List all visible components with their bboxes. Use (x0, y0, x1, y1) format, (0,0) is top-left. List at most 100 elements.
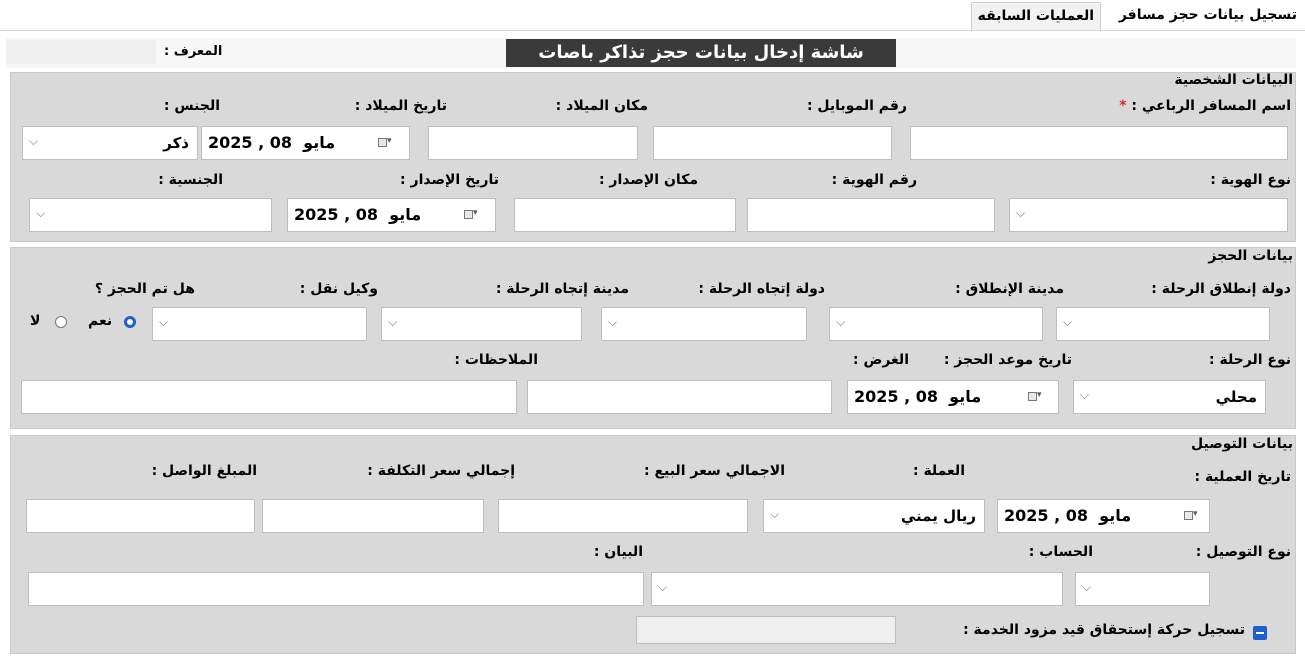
tab-bar: تسجيل بيانات حجز مسافر العمليات السابقه (0, 0, 1305, 31)
birth-date-picker[interactable]: 2025 , مايو 08 ▾ (201, 126, 410, 160)
service-entry-checkbox[interactable] (1253, 626, 1267, 640)
destination-city-label: مدينة إتجاه الرحلة : (495, 281, 629, 297)
op-year: 2025 (1004, 506, 1049, 525)
delivery-type-label: نوع التوصيل : (1195, 544, 1291, 560)
id-number-input[interactable] (747, 198, 995, 232)
total-cost-label: إجمالي سعر التكلفة : (367, 463, 515, 479)
issue-date-text: 2025 , مايو 08 (294, 205, 422, 224)
mobile-label: رقم الموبايل : (806, 98, 907, 114)
booked-yes-label: نعم (88, 313, 113, 329)
delivery-type-select[interactable]: ⌵ (1075, 572, 1210, 606)
destination-country-label: دولة إتجاه الرحلة : (698, 281, 825, 297)
booked-yes-radio[interactable] (124, 316, 136, 328)
booking-year: 2025 (854, 387, 899, 406)
currency-value: ريال يمني (900, 507, 976, 525)
id-number-label: رقم الهوية : (831, 172, 917, 188)
currency-select[interactable]: ⌵ ريال يمني (763, 499, 985, 533)
issue-day: 08 (355, 205, 379, 224)
birth-place-input[interactable] (428, 126, 638, 160)
chevron-down-icon: ⌵ (1082, 580, 1092, 594)
trip-type-label: نوع الرحلة : (1208, 352, 1291, 368)
booked-question-label: هل تم الحجز ؟ (94, 281, 195, 297)
booking-date-text: 2025 , مايو 08 (854, 387, 982, 406)
required-mark: * (1119, 98, 1127, 114)
tab-register-booking[interactable]: تسجيل بيانات حجز مسافر (1112, 2, 1303, 30)
booking-date-picker[interactable]: 2025 , مايو 08 ▾ (847, 380, 1059, 414)
currency-label: العملة : (912, 463, 965, 479)
service-entry-label: تسجيل حركة إستحقاق قيد مزود الخدمة : (963, 622, 1245, 638)
operation-date-picker[interactable]: 2025 , مايو 08 ▾ (997, 499, 1210, 533)
calendar-icon[interactable]: ▾ (464, 208, 480, 222)
issue-date-picker[interactable]: 2025 , مايو 08 ▾ (287, 198, 496, 232)
chevron-down-icon: ⌵ (836, 315, 846, 329)
chevron-down-icon: ⌵ (1063, 315, 1073, 329)
name-label-text: اسم المسافر الرباعي : (1131, 98, 1291, 114)
id-type-label: نوع الهوية : (1210, 172, 1291, 188)
issue-year: 2025 (294, 205, 339, 224)
issue-place-input[interactable] (514, 198, 736, 232)
trip-type-value: محلي (1215, 388, 1257, 406)
departure-city-select[interactable]: ⌵ (829, 307, 1043, 341)
chevron-down-icon: ⌵ (388, 315, 398, 329)
booking-month: مايو (949, 387, 982, 406)
agent-label: وكيل نقل : (299, 281, 378, 297)
birth-day: 08 (269, 133, 293, 152)
booking-section-title: بيانات الحجز (1208, 248, 1293, 264)
destination-city-select[interactable]: ⌵ (381, 307, 582, 341)
received-amount-label: المبلغ الواصل : (151, 463, 257, 479)
calendar-icon[interactable]: ▾ (1184, 509, 1200, 523)
chevron-down-icon: ⌵ (159, 315, 169, 329)
gender-select[interactable]: ⌵ ذكر (22, 126, 198, 160)
trip-type-select[interactable]: ⌵ محلي (1073, 380, 1266, 414)
gender-value: ذكر (163, 134, 189, 152)
passenger-name-input[interactable] (910, 126, 1288, 160)
total-sale-label: الاجمالي سعر البيع : (643, 463, 785, 479)
booked-no-radio[interactable] (55, 316, 67, 328)
purpose-label: الغرض : (853, 352, 909, 368)
total-cost-input[interactable] (262, 499, 484, 533)
id-label: المعرف : (164, 44, 223, 59)
birth-year: 2025 (208, 133, 253, 152)
chevron-down-icon: ⌵ (658, 580, 668, 594)
calendar-icon[interactable]: ▾ (1028, 390, 1044, 404)
op-day: 08 (1065, 506, 1089, 525)
booking-day: 08 (915, 387, 939, 406)
chevron-down-icon: ⌵ (1016, 206, 1026, 220)
operation-date-text: 2025 , مايو 08 (1004, 506, 1132, 525)
chevron-down-icon: ⌵ (608, 315, 618, 329)
booking-date-label: تاريخ موعد الحجز : (943, 352, 1072, 368)
purpose-input[interactable] (527, 380, 832, 414)
account-label: الحساب : (1028, 544, 1093, 560)
issue-date-label: تاريخ الإصدار : (400, 172, 499, 188)
notes-input[interactable] (21, 380, 517, 414)
mobile-input[interactable] (653, 126, 892, 160)
statement-input[interactable] (28, 572, 644, 606)
tab-previous-operations[interactable]: العمليات السابقه (970, 2, 1101, 30)
notes-label: الملاحظات : (454, 352, 538, 368)
id-type-select[interactable]: ⌵ (1009, 198, 1288, 232)
personal-section-title: البيانات الشخصية (1174, 72, 1293, 88)
departure-city-label: مدينة الإنطلاق : (955, 281, 1064, 297)
received-amount-input[interactable] (26, 499, 255, 533)
birth-place-label: مكان الميلاد : (555, 98, 648, 114)
departure-country-label: دولة إنطلاق الرحلة : (1151, 281, 1291, 297)
account-select[interactable]: ⌵ (651, 572, 1063, 606)
chevron-down-icon: ⌵ (29, 134, 39, 148)
issue-month: مايو (389, 205, 422, 224)
departure-country-select[interactable]: ⌵ (1056, 307, 1270, 341)
gender-label: الجنس : (163, 98, 220, 114)
nationality-label: الجنسية : (158, 172, 223, 188)
issue-place-label: مكان الإصدار : (598, 172, 698, 188)
id-field[interactable] (6, 40, 156, 64)
statement-label: البيان : (593, 544, 643, 560)
destination-country-select[interactable]: ⌵ (601, 307, 807, 341)
page-title: شاشة إدخال بيانات حجز تذاكر باصات (506, 39, 896, 67)
agent-select[interactable]: ⌵ (152, 307, 367, 341)
total-sale-input[interactable] (498, 499, 748, 533)
calendar-icon[interactable]: ▾ (378, 136, 394, 150)
birth-month: مايو (303, 133, 336, 152)
chevron-down-icon: ⌵ (1080, 388, 1090, 402)
chevron-down-icon: ⌵ (770, 507, 780, 521)
nationality-select[interactable]: ⌵ (29, 198, 272, 232)
service-entry-input[interactable] (636, 616, 896, 644)
